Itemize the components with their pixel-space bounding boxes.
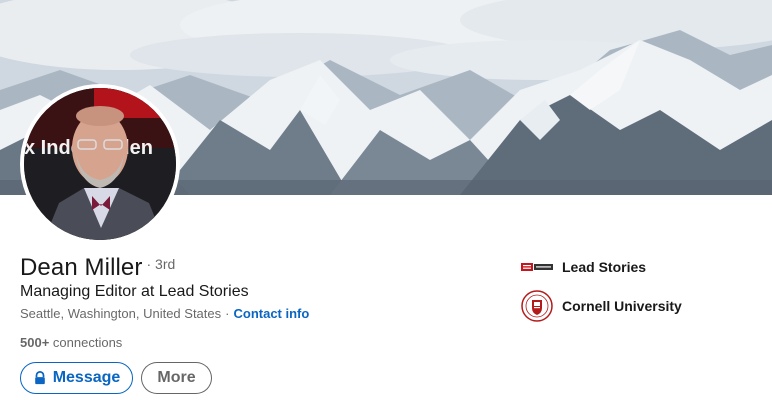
connections-count[interactable]: 500+ connections bbox=[20, 335, 122, 350]
more-button-label: More bbox=[157, 369, 196, 386]
cornell-seal-logo bbox=[521, 290, 553, 322]
profile-photo: x Independen bbox=[24, 88, 176, 240]
current-company-link[interactable]: Lead Stories bbox=[521, 257, 646, 277]
education-link[interactable]: Cornell University bbox=[521, 290, 682, 322]
lead-stories-logo-mark bbox=[521, 263, 553, 271]
profile-avatar[interactable]: x Independen bbox=[20, 84, 180, 244]
location-separator: · bbox=[225, 306, 230, 321]
profile-name: Dean Miller bbox=[20, 254, 143, 281]
connections-number: 500+ bbox=[20, 335, 50, 350]
message-button-label: Message bbox=[52, 369, 121, 386]
profile-name-row: Dean Miller · 3rd bbox=[20, 254, 175, 282]
connections-label: connections bbox=[52, 335, 123, 350]
lock-icon bbox=[34, 371, 45, 385]
profile-location: Seattle, Washington, United States bbox=[20, 306, 222, 321]
more-button[interactable]: More bbox=[141, 362, 212, 394]
contact-info-link[interactable]: Contact info bbox=[233, 306, 309, 321]
lead-stories-logo bbox=[521, 257, 553, 277]
school-name: Cornell University bbox=[562, 298, 682, 314]
company-name: Lead Stories bbox=[562, 259, 647, 275]
connection-degree: · 3rd bbox=[146, 256, 176, 272]
message-button[interactable]: Message bbox=[20, 362, 133, 394]
profile-headline: Managing Editor at Lead Stories bbox=[20, 283, 249, 300]
location-row: Seattle, Washington, United States · Con… bbox=[20, 306, 309, 321]
